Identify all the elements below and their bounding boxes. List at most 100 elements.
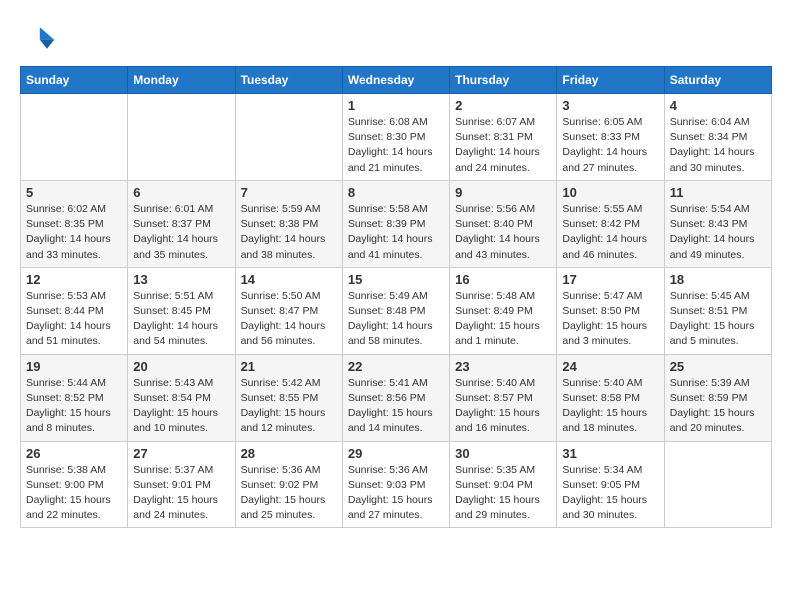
day-number: 1 <box>348 98 444 113</box>
day-number: 8 <box>348 185 444 200</box>
calendar-cell: 15 Sunrise: 5:49 AM Sunset: 8:48 PM Dayli… <box>342 267 449 354</box>
calendar-cell: 5 Sunrise: 6:02 AM Sunset: 8:35 PM Daylig… <box>21 180 128 267</box>
calendar-cell <box>664 441 771 528</box>
calendar-cell: 26Sunrise: 5:38 AM Sunset: 9:00 PM Dayli… <box>21 441 128 528</box>
day-number: 30 <box>455 446 551 461</box>
weekday-header: Thursday <box>450 67 557 94</box>
day-info: Sunrise: 5:49 AM Sunset: 8:48 PM Dayligh… <box>348 289 444 350</box>
day-number: 29 <box>348 446 444 461</box>
calendar-cell: 9 Sunrise: 5:56 AM Sunset: 8:40 PM Daylig… <box>450 180 557 267</box>
day-number: 14 <box>241 272 337 287</box>
day-info: Sunrise: 5:55 AM Sunset: 8:42 PM Dayligh… <box>562 202 658 263</box>
weekday-header: Saturday <box>664 67 771 94</box>
day-info: Sunrise: 6:05 AM Sunset: 8:33 PM Dayligh… <box>562 115 658 176</box>
calendar-cell: 18Sunrise: 5:45 AM Sunset: 8:51 PM Dayli… <box>664 267 771 354</box>
calendar-cell: 7 Sunrise: 5:59 AM Sunset: 8:38 PM Daylig… <box>235 180 342 267</box>
day-info: Sunrise: 6:08 AM Sunset: 8:30 PM Dayligh… <box>348 115 444 176</box>
logo <box>20 20 60 56</box>
calendar-cell: 24 Sunrise: 5:40 AM Sunset: 8:58 PM Dayli… <box>557 354 664 441</box>
day-number: 19 <box>26 359 122 374</box>
day-number: 2 <box>455 98 551 113</box>
day-number: 18 <box>670 272 766 287</box>
weekday-header: Monday <box>128 67 235 94</box>
day-number: 10 <box>562 185 658 200</box>
day-number: 4 <box>670 98 766 113</box>
calendar-cell: 2 Sunrise: 6:07 AM Sunset: 8:31 PM Daylig… <box>450 94 557 181</box>
calendar-cell: 30 Sunrise: 5:35 AM Sunset: 9:04 PM Dayli… <box>450 441 557 528</box>
calendar-cell: 12Sunrise: 5:53 AM Sunset: 8:44 PM Dayli… <box>21 267 128 354</box>
day-number: 11 <box>670 185 766 200</box>
calendar-header: SundayMondayTuesdayWednesdayThursdayFrid… <box>21 67 772 94</box>
day-info: Sunrise: 5:34 AM Sunset: 9:05 PM Dayligh… <box>562 463 658 524</box>
day-info: Sunrise: 5:50 AM Sunset: 8:47 PM Dayligh… <box>241 289 337 350</box>
day-info: Sunrise: 5:38 AM Sunset: 9:00 PM Dayligh… <box>26 463 122 524</box>
day-number: 25 <box>670 359 766 374</box>
calendar-cell: 29 Sunrise: 5:36 AM Sunset: 9:03 PM Dayli… <box>342 441 449 528</box>
day-info: Sunrise: 5:37 AM Sunset: 9:01 PM Dayligh… <box>133 463 229 524</box>
day-number: 5 <box>26 185 122 200</box>
day-number: 22 <box>348 359 444 374</box>
day-info: Sunrise: 5:43 AM Sunset: 8:54 PM Dayligh… <box>133 376 229 437</box>
calendar-cell: 6Sunrise: 6:01 AM Sunset: 8:37 PM Daylig… <box>128 180 235 267</box>
calendar-cell: 16 Sunrise: 5:48 AM Sunset: 8:49 PM Dayli… <box>450 267 557 354</box>
calendar-cell: 28 Sunrise: 5:36 AM Sunset: 9:02 PM Dayli… <box>235 441 342 528</box>
calendar-cell: 23 Sunrise: 5:40 AM Sunset: 8:57 PM Dayli… <box>450 354 557 441</box>
calendar-cell <box>128 94 235 181</box>
calendar-cell: 13Sunrise: 5:51 AM Sunset: 8:45 PM Dayli… <box>128 267 235 354</box>
day-number: 7 <box>241 185 337 200</box>
day-info: Sunrise: 5:40 AM Sunset: 8:57 PM Dayligh… <box>455 376 551 437</box>
calendar-cell: 20 Sunrise: 5:43 AM Sunset: 8:54 PM Dayli… <box>128 354 235 441</box>
day-info: Sunrise: 5:56 AM Sunset: 8:40 PM Dayligh… <box>455 202 551 263</box>
day-info: Sunrise: 5:41 AM Sunset: 8:56 PM Dayligh… <box>348 376 444 437</box>
calendar-cell <box>235 94 342 181</box>
weekday-header: Friday <box>557 67 664 94</box>
day-info: Sunrise: 5:48 AM Sunset: 8:49 PM Dayligh… <box>455 289 551 350</box>
day-number: 16 <box>455 272 551 287</box>
day-info: Sunrise: 5:54 AM Sunset: 8:43 PM Dayligh… <box>670 202 766 263</box>
calendar-cell: 11 Sunrise: 5:54 AM Sunset: 8:43 PM Dayli… <box>664 180 771 267</box>
calendar-cell: 14 Sunrise: 5:50 AM Sunset: 8:47 PM Dayli… <box>235 267 342 354</box>
day-info: Sunrise: 6:04 AM Sunset: 8:34 PM Dayligh… <box>670 115 766 176</box>
day-number: 9 <box>455 185 551 200</box>
day-info: Sunrise: 5:58 AM Sunset: 8:39 PM Dayligh… <box>348 202 444 263</box>
day-number: 24 <box>562 359 658 374</box>
day-number: 15 <box>348 272 444 287</box>
day-info: Sunrise: 5:39 AM Sunset: 8:59 PM Dayligh… <box>670 376 766 437</box>
weekday-row: SundayMondayTuesdayWednesdayThursdayFrid… <box>21 67 772 94</box>
calendar-cell: 27 Sunrise: 5:37 AM Sunset: 9:01 PM Dayli… <box>128 441 235 528</box>
calendar-cell: 4 Sunrise: 6:04 AM Sunset: 8:34 PM Daylig… <box>664 94 771 181</box>
day-info: Sunrise: 5:40 AM Sunset: 8:58 PM Dayligh… <box>562 376 658 437</box>
weekday-header: Tuesday <box>235 67 342 94</box>
calendar-cell: 25 Sunrise: 5:39 AM Sunset: 8:59 PM Dayli… <box>664 354 771 441</box>
day-info: Sunrise: 5:35 AM Sunset: 9:04 PM Dayligh… <box>455 463 551 524</box>
logo-icon <box>20 20 56 56</box>
day-number: 27 <box>133 446 229 461</box>
day-number: 23 <box>455 359 551 374</box>
calendar-week-row: 19 Sunrise: 5:44 AM Sunset: 8:52 PM Dayli… <box>21 354 772 441</box>
calendar-cell: 3Sunrise: 6:05 AM Sunset: 8:33 PM Daylig… <box>557 94 664 181</box>
day-number: 31 <box>562 446 658 461</box>
day-info: Sunrise: 5:59 AM Sunset: 8:38 PM Dayligh… <box>241 202 337 263</box>
weekday-header: Wednesday <box>342 67 449 94</box>
calendar-cell: 8 Sunrise: 5:58 AM Sunset: 8:39 PM Daylig… <box>342 180 449 267</box>
day-info: Sunrise: 5:36 AM Sunset: 9:03 PM Dayligh… <box>348 463 444 524</box>
weekday-header: Sunday <box>21 67 128 94</box>
calendar-cell <box>21 94 128 181</box>
calendar-cell: 22 Sunrise: 5:41 AM Sunset: 8:56 PM Dayli… <box>342 354 449 441</box>
day-number: 20 <box>133 359 229 374</box>
page-header <box>20 20 772 56</box>
calendar-table: SundayMondayTuesdayWednesdayThursdayFrid… <box>20 66 772 528</box>
day-info: Sunrise: 6:02 AM Sunset: 8:35 PM Dayligh… <box>26 202 122 263</box>
day-number: 28 <box>241 446 337 461</box>
calendar-cell: 19 Sunrise: 5:44 AM Sunset: 8:52 PM Dayli… <box>21 354 128 441</box>
calendar-body: 1 Sunrise: 6:08 AM Sunset: 8:30 PM Daylig… <box>21 94 772 528</box>
calendar-cell: 21Sunrise: 5:42 AM Sunset: 8:55 PM Dayli… <box>235 354 342 441</box>
day-info: Sunrise: 5:36 AM Sunset: 9:02 PM Dayligh… <box>241 463 337 524</box>
calendar-cell: 10 Sunrise: 5:55 AM Sunset: 8:42 PM Dayli… <box>557 180 664 267</box>
day-info: Sunrise: 6:07 AM Sunset: 8:31 PM Dayligh… <box>455 115 551 176</box>
day-info: Sunrise: 5:44 AM Sunset: 8:52 PM Dayligh… <box>26 376 122 437</box>
calendar-cell: 31 Sunrise: 5:34 AM Sunset: 9:05 PM Dayli… <box>557 441 664 528</box>
day-info: Sunrise: 5:47 AM Sunset: 8:50 PM Dayligh… <box>562 289 658 350</box>
calendar-cell: 1 Sunrise: 6:08 AM Sunset: 8:30 PM Daylig… <box>342 94 449 181</box>
calendar-week-row: 12Sunrise: 5:53 AM Sunset: 8:44 PM Dayli… <box>21 267 772 354</box>
